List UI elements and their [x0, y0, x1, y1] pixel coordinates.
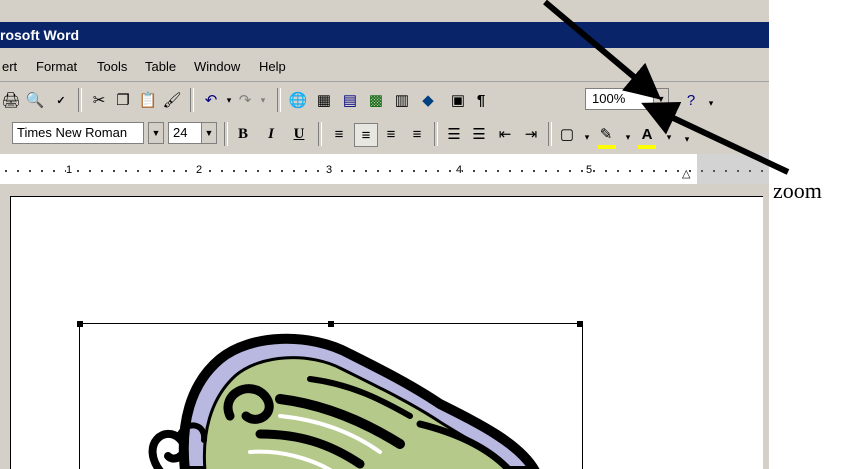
- annotation-arrows: [543, 0, 790, 175]
- arrow-to-zoom-dropdown: [543, 0, 662, 100]
- arrow-to-zoom-box: [641, 101, 790, 175]
